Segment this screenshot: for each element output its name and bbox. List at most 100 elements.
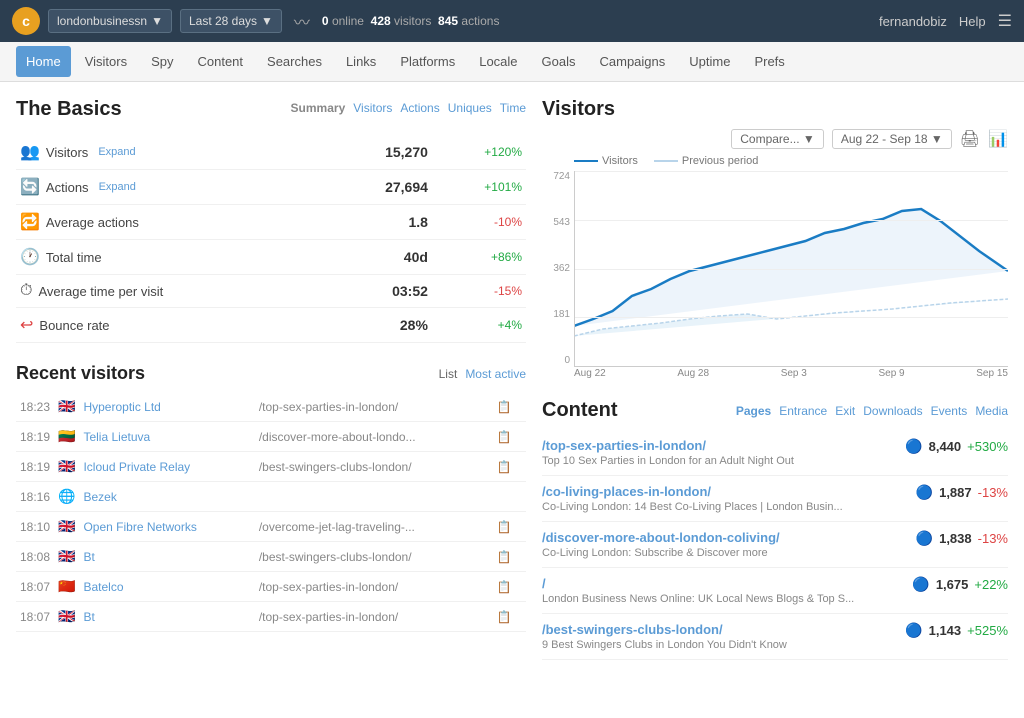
tab-downloads[interactable]: Downloads xyxy=(863,404,922,418)
visitor-url[interactable]: /overcome-jet-lag-traveling-... xyxy=(255,512,493,542)
visitor-row: 18:19 🇬🇧 Icloud Private Relay /best-swin… xyxy=(16,452,526,482)
nav-searches[interactable]: Searches xyxy=(257,46,332,77)
menu-icon[interactable]: ☰ xyxy=(998,11,1012,31)
metric-row-total-time: 🕐 Total time 40d +86% xyxy=(16,240,526,275)
visitor-name[interactable]: Open Fibre Networks xyxy=(79,512,254,542)
visitor-url[interactable]: /best-swingers-clubs-london/ xyxy=(255,452,493,482)
content-desc: Co-Living London: 14 Best Co-Living Plac… xyxy=(542,501,843,513)
basics-tabs: Summary Visitors Actions Uniques Time xyxy=(291,101,526,115)
visitor-time: 18:19 xyxy=(16,452,54,482)
nav-platforms[interactable]: Platforms xyxy=(390,46,465,77)
visitor-url[interactable]: /top-sex-parties-in-london/ xyxy=(255,572,493,602)
content-url[interactable]: /top-sex-parties-in-london/ xyxy=(542,438,794,453)
content-url[interactable]: /discover-more-about-london-coliving/ xyxy=(542,530,780,545)
visitor-flag: 🇬🇧 xyxy=(54,392,79,422)
visitor-url[interactable]: /top-sex-parties-in-london/ xyxy=(255,392,493,422)
metric-change: +86% xyxy=(432,240,526,275)
expand-actions[interactable]: Expand xyxy=(99,181,136,193)
content-count: 1,675 xyxy=(936,577,969,592)
legend-visitors: Visitors xyxy=(574,155,638,167)
visitor-time: 18:23 xyxy=(16,392,54,422)
visitor-detail-icon[interactable]: 📋 xyxy=(493,542,526,572)
visitor-name[interactable]: Bezek xyxy=(79,482,254,512)
visitor-row: 18:16 🌐 Bezek xyxy=(16,482,526,512)
visitor-detail-icon[interactable]: 📋 xyxy=(493,602,526,632)
tab-entrance[interactable]: Entrance xyxy=(779,404,827,418)
chevron-down-icon: ▼ xyxy=(261,14,273,28)
metric-row-avg-actions: 🔁 Average actions 1.8 -10% xyxy=(16,205,526,240)
content-url[interactable]: / xyxy=(542,576,854,591)
date-range-selector[interactable]: Last 28 days ▼ xyxy=(180,9,282,33)
tab-uniques[interactable]: Uniques xyxy=(448,101,492,115)
nav-content[interactable]: Content xyxy=(187,46,253,77)
tab-pages[interactable]: Pages xyxy=(736,404,771,418)
most-active-link[interactable]: Most active xyxy=(465,367,526,381)
nav-uptime[interactable]: Uptime xyxy=(679,46,740,77)
nav-visitors[interactable]: Visitors xyxy=(75,46,137,77)
content-url[interactable]: /co-living-places-in-london/ xyxy=(542,484,843,499)
visitor-detail-icon[interactable]: 📋 xyxy=(493,512,526,542)
tab-events[interactable]: Events xyxy=(931,404,968,418)
help-link[interactable]: Help xyxy=(959,14,986,29)
export-icon[interactable]: 🖨 xyxy=(960,129,980,149)
metric-change: +120% xyxy=(432,135,526,170)
logo: c xyxy=(12,7,40,35)
nav-spy[interactable]: Spy xyxy=(141,46,183,77)
nav-campaigns[interactable]: Campaigns xyxy=(590,46,676,77)
site-selector[interactable]: londonbusinessn ▼ xyxy=(48,9,172,33)
visitor-name[interactable]: Icloud Private Relay xyxy=(79,452,254,482)
metric-change: +4% xyxy=(432,308,526,343)
list-label: List xyxy=(439,367,458,381)
content-section: Content Pages Entrance Exit Downloads Ev… xyxy=(542,399,1008,660)
visitor-name[interactable]: Bt xyxy=(79,602,254,632)
site-name: londonbusinessn xyxy=(57,14,147,28)
visitor-name[interactable]: Telia Lietuva xyxy=(79,422,254,452)
recent-header: Recent visitors List Most active xyxy=(16,363,526,384)
nav-locale[interactable]: Locale xyxy=(469,46,527,77)
content-change: -13% xyxy=(978,531,1008,546)
visitor-url[interactable] xyxy=(255,482,493,512)
metric-row-visitors: 👥 Visitors Expand 15,270 +120% xyxy=(16,135,526,170)
visitor-detail-icon[interactable]: 📋 xyxy=(493,422,526,452)
nav-prefs[interactable]: Prefs xyxy=(744,46,794,77)
tab-actions[interactable]: Actions xyxy=(400,101,439,115)
visitor-name[interactable]: Hyperoptic Ltd xyxy=(79,392,254,422)
visitor-detail-icon[interactable]: 📋 xyxy=(493,572,526,602)
bar-chart-icon[interactable]: 📊 xyxy=(988,129,1008,149)
content-url[interactable]: /best-swingers-clubs-london/ xyxy=(542,622,787,637)
visitor-time: 18:16 xyxy=(16,482,54,512)
metric-value: 15,270 xyxy=(327,135,432,170)
tab-time[interactable]: Time xyxy=(500,101,526,115)
visitor-time: 18:07 xyxy=(16,602,54,632)
visitor-detail-icon[interactable]: 📋 xyxy=(493,452,526,482)
tab-exit[interactable]: Exit xyxy=(835,404,855,418)
visitor-url[interactable]: /best-swingers-clubs-london/ xyxy=(255,542,493,572)
date-range-display[interactable]: Aug 22 - Sep 18 ▼ xyxy=(832,129,952,149)
tab-visitors[interactable]: Visitors xyxy=(353,101,392,115)
username-link[interactable]: fernandobiz xyxy=(879,14,947,29)
nav-home[interactable]: Home xyxy=(16,46,71,77)
content-icon: 🔵 xyxy=(905,438,922,455)
chart-icon[interactable]: 〰 xyxy=(294,9,310,33)
visitor-detail-icon[interactable]: 📋 xyxy=(493,392,526,422)
content-desc: Top 10 Sex Parties in London for an Adul… xyxy=(542,455,794,467)
visitor-flag: 🌐 xyxy=(54,482,79,512)
content-change: +530% xyxy=(967,439,1008,454)
expand-visitors[interactable]: Expand xyxy=(98,146,135,158)
visitor-row: 18:19 🇱🇹 Telia Lietuva /discover-more-ab… xyxy=(16,422,526,452)
metric-label: 🔄 Actions Expand xyxy=(20,177,323,197)
visitor-name[interactable]: Bt xyxy=(79,542,254,572)
recent-visitors-section: Recent visitors List Most active 18:23 🇬… xyxy=(16,363,526,632)
nav-links[interactable]: Links xyxy=(336,46,386,77)
content-count: 1,887 xyxy=(939,485,972,500)
visitor-url[interactable]: /discover-more-about-londo... xyxy=(255,422,493,452)
compare-dropdown[interactable]: Compare... ▼ xyxy=(731,129,824,149)
visitor-name[interactable]: Batelco xyxy=(79,572,254,602)
tab-media[interactable]: Media xyxy=(975,404,1008,418)
visitor-flag: 🇬🇧 xyxy=(54,452,79,482)
nav-goals[interactable]: Goals xyxy=(532,46,586,77)
visitor-url[interactable]: /top-sex-parties-in-london/ xyxy=(255,602,493,632)
content-desc: 9 Best Swingers Clubs in London You Didn… xyxy=(542,639,787,651)
visitor-flag: 🇨🇳 xyxy=(54,572,79,602)
metric-value: 1.8 xyxy=(327,205,432,240)
